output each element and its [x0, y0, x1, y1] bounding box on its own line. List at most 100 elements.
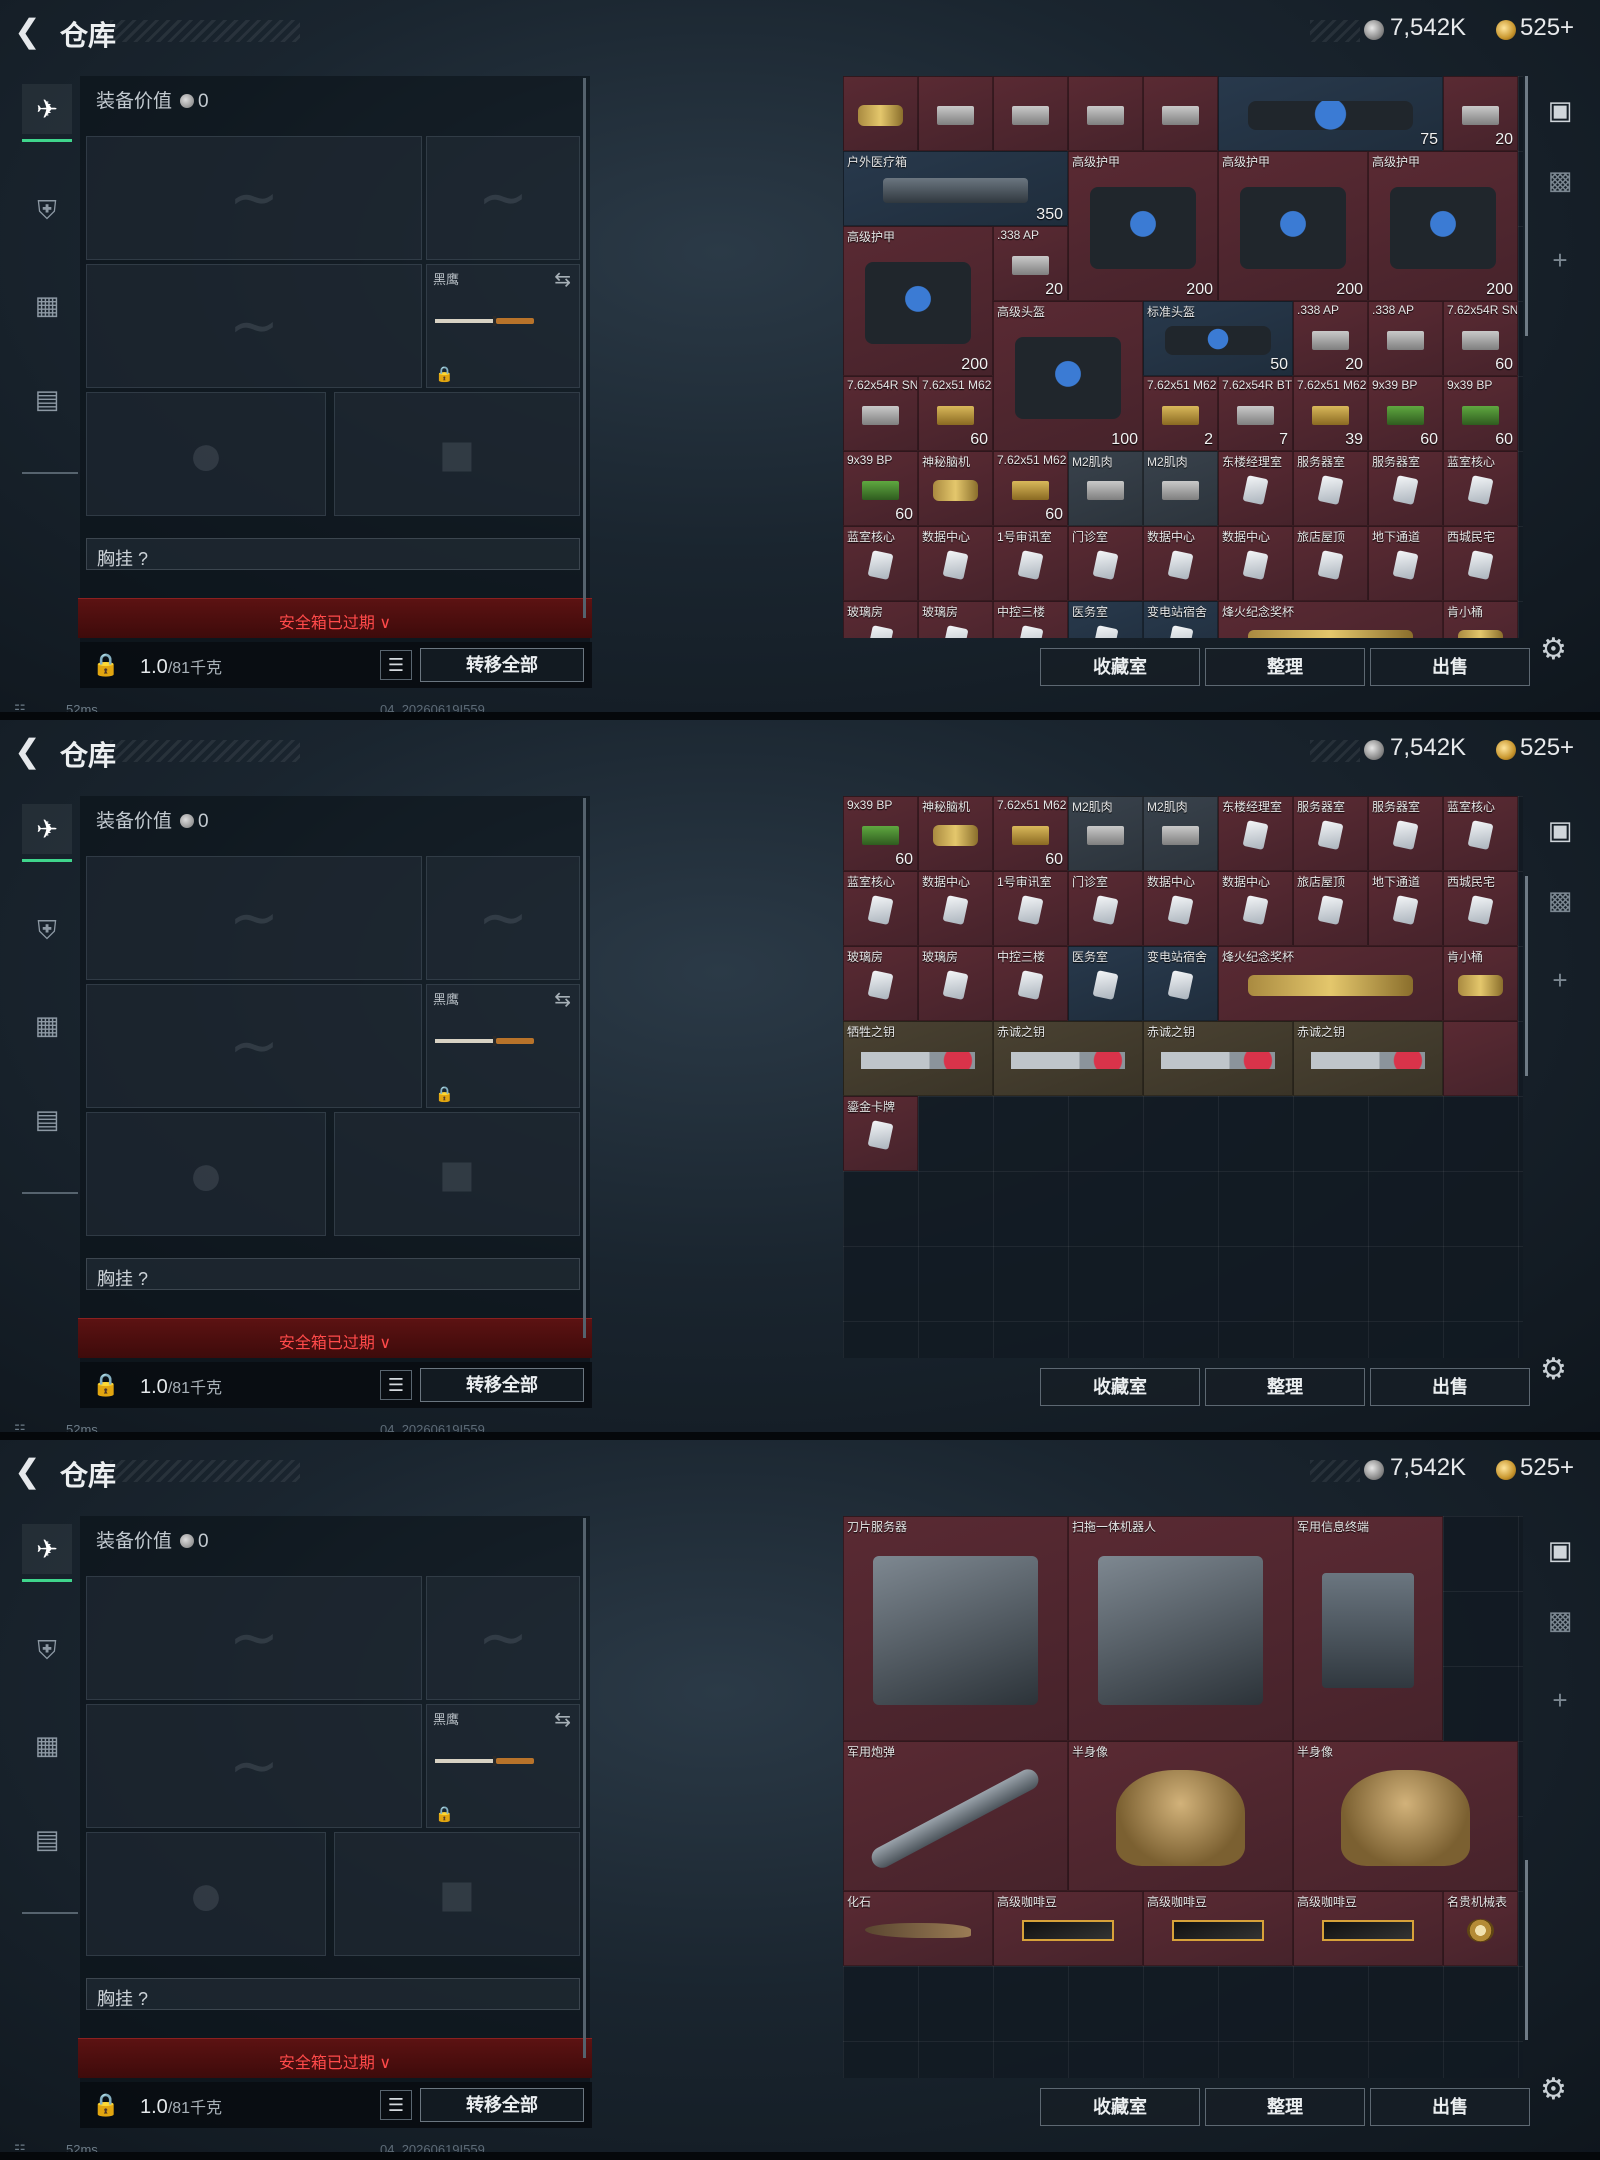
pistol-icon[interactable]: ✈ [22, 1524, 72, 1582]
gold-balance[interactable]: 525+ [1520, 734, 1574, 762]
stash-item[interactable]: 鎏金卡牌 [843, 1096, 918, 1171]
stash-item[interactable]: 高级护甲 200 [1368, 151, 1518, 301]
stash-item[interactable]: M2肌肉 [1068, 451, 1143, 526]
plus-icon[interactable]: + [1540, 1680, 1580, 1720]
sidearm-slot[interactable]: ∼ [426, 136, 580, 260]
chest-rig-slot[interactable]: 胸挂 ? [86, 538, 580, 570]
stash-item[interactable]: 旅店屋顶 [1293, 526, 1368, 601]
stash-item[interactable]: 玻璃房 [918, 601, 993, 638]
helmet-slot[interactable]: ● [86, 1832, 326, 1956]
stash-item[interactable]: 蓝室核心 [843, 526, 918, 601]
stash-item[interactable]: 9x39 BP 60 [843, 796, 918, 871]
stash-item[interactable] [993, 76, 1068, 151]
safe-box-banner[interactable]: 安全箱已过期 ∨ [78, 1318, 592, 1358]
stash-item[interactable]: 9x39 BP 60 [1443, 376, 1518, 451]
stash-grid[interactable]: 9x39 BP 60 神秘脑机 7.62x51 M62 60 M2肌肉 M2肌肉 东楼经理室服… [843, 796, 1523, 1358]
stash-item[interactable]: M2肌肉 [1143, 796, 1218, 871]
sell-button[interactable]: 出售 [1370, 648, 1530, 686]
stash-item[interactable]: 高级咖啡豆 [1293, 1891, 1443, 1966]
stash-item[interactable]: 西城民宅 [1443, 526, 1518, 601]
silver-balance[interactable]: 7,542K [1390, 1454, 1466, 1482]
stash-item[interactable]: 7.62x54R SNB [843, 376, 918, 451]
secondary-weapon-slot[interactable]: ∼ [86, 264, 422, 388]
stash-item[interactable]: 中控三楼 [993, 601, 1068, 638]
equipment-scrollbar[interactable] [583, 1518, 586, 2058]
stash-item[interactable]: 7.62x54R SNB 60 [1443, 301, 1518, 376]
stash-item[interactable]: M2肌肉 [1143, 451, 1218, 526]
stash-item[interactable]: 7.62x51 M62 39 [1293, 376, 1368, 451]
armor-icon[interactable]: ⛨ [22, 186, 72, 236]
back-arrow-icon[interactable]: ❮ [14, 14, 44, 48]
stash-item[interactable]: 蓝室核心 [1443, 451, 1518, 526]
stash-item[interactable]: 医务室 [1068, 946, 1143, 1021]
safe-box-banner[interactable]: 安全箱已过期 ∨ [78, 2038, 592, 2078]
gold-balance[interactable]: 525+ [1520, 1454, 1574, 1482]
secondary-weapon-slot[interactable]: ∼ [86, 984, 422, 1108]
help-icon[interactable]: ? [138, 1989, 148, 2009]
gallery-icon[interactable]: ▩ [1540, 1600, 1580, 1640]
stash-item[interactable]: 变电站宿舍 [1143, 601, 1218, 638]
swap-icon[interactable]: ⇆ [554, 1707, 571, 1732]
stash-item[interactable]: 9x39 BP 60 [843, 451, 918, 526]
backpack-icon[interactable]: ▦ [22, 1720, 72, 1770]
pistol-icon[interactable]: ✈ [22, 804, 72, 862]
backpack-icon[interactable]: ▦ [22, 1000, 72, 1050]
silver-balance[interactable]: 7,542K [1390, 14, 1466, 42]
stash-item[interactable]: 户外医疗箱 350 [843, 151, 1068, 226]
stash-item[interactable] [1443, 1021, 1518, 1096]
stash-item[interactable]: 肯小桶 [1443, 601, 1518, 638]
collection-button[interactable]: 收藏室 [1040, 1368, 1200, 1406]
transfer-all-button[interactable]: 转移全部 [420, 2088, 584, 2122]
stash-item[interactable]: 玻璃房 [918, 946, 993, 1021]
stash-item[interactable]: 玻璃房 [843, 946, 918, 1021]
stash-item[interactable]: 服务器室 [1293, 451, 1368, 526]
stash-item[interactable]: 中控三楼 [993, 946, 1068, 1021]
stash-item[interactable] [1068, 76, 1143, 151]
safe-icon[interactable]: ▣ [1540, 810, 1580, 850]
chest-rig-slot[interactable]: 胸挂 ? [86, 1978, 580, 2010]
stash-item[interactable]: 7.62x54R BT 7 [1218, 376, 1293, 451]
stash-item[interactable]: 变电站宿舍 [1143, 946, 1218, 1021]
stash-item[interactable]: 肯小桶 [1443, 946, 1518, 1021]
stash-item[interactable]: 高级护甲 200 [1218, 151, 1368, 301]
stash-item[interactable]: 蓝室核心 [1443, 796, 1518, 871]
stash-item[interactable]: 数据中心 [918, 871, 993, 946]
transfer-all-button[interactable]: 转移全部 [420, 648, 584, 682]
sell-button[interactable]: 出售 [1370, 1368, 1530, 1406]
pistol-icon[interactable]: ✈ [22, 84, 72, 142]
body-armor-slot[interactable]: ■ [334, 392, 580, 516]
back-arrow-icon[interactable]: ❮ [14, 734, 44, 768]
primary-weapon-slot[interactable]: ∼ [86, 856, 422, 980]
sort-button[interactable]: 整理 [1205, 1368, 1365, 1406]
stash-item[interactable]: 高级护甲 200 [843, 226, 993, 376]
stash-item[interactable]: 赤诚之钥 [1143, 1021, 1293, 1096]
stash-item[interactable]: 刀片服务器 [843, 1516, 1068, 1741]
transfer-all-button[interactable]: 转移全部 [420, 1368, 584, 1402]
stash-item[interactable]: 地下通道 [1368, 526, 1443, 601]
equipment-scrollbar[interactable] [583, 78, 586, 618]
melee-slot[interactable]: 黑鹰 ⇆ 🔒 [426, 264, 580, 388]
sell-button[interactable]: 出售 [1370, 2088, 1530, 2126]
list-icon[interactable]: ☰ [380, 1370, 412, 1400]
melee-slot[interactable]: 黑鹰 ⇆ 🔒 [426, 1704, 580, 1828]
sort-button[interactable]: 整理 [1205, 2088, 1365, 2126]
collection-button[interactable]: 收藏室 [1040, 2088, 1200, 2126]
chest-rig-slot[interactable]: 胸挂 ? [86, 1258, 580, 1290]
stash-item[interactable]: 9x39 BP 60 [1368, 376, 1443, 451]
stash-item[interactable]: 牺牲之钥 [843, 1021, 993, 1096]
melee-slot[interactable]: 黑鹰 ⇆ 🔒 [426, 984, 580, 1108]
stash-grid[interactable]: 75 20 户外医疗箱 350 高级护甲 200 高级护甲 200 高级护甲 200 高级护甲 200… [843, 76, 1523, 638]
stash-item[interactable]: 服务器室 [1368, 796, 1443, 871]
briefcase-icon[interactable]: ▤ [22, 1094, 72, 1144]
backpack-icon[interactable]: ▦ [22, 280, 72, 330]
stash-item[interactable]: 7.62x51 M62 2 [1143, 376, 1218, 451]
stash-item[interactable]: 东楼经理室 [1218, 451, 1293, 526]
plus-icon[interactable]: + [1540, 960, 1580, 1000]
stash-item[interactable]: .338 AP 20 [993, 226, 1068, 301]
helmet-slot[interactable]: ● [86, 1112, 326, 1236]
stash-item[interactable]: 旅店屋顶 [1293, 871, 1368, 946]
stash-item[interactable]: 神秘脑机 [918, 451, 993, 526]
stash-item[interactable]: 赤诚之钥 [1293, 1021, 1443, 1096]
collection-button[interactable]: 收藏室 [1040, 648, 1200, 686]
stash-item[interactable]: 烽火纪念奖杯 [1218, 601, 1443, 638]
